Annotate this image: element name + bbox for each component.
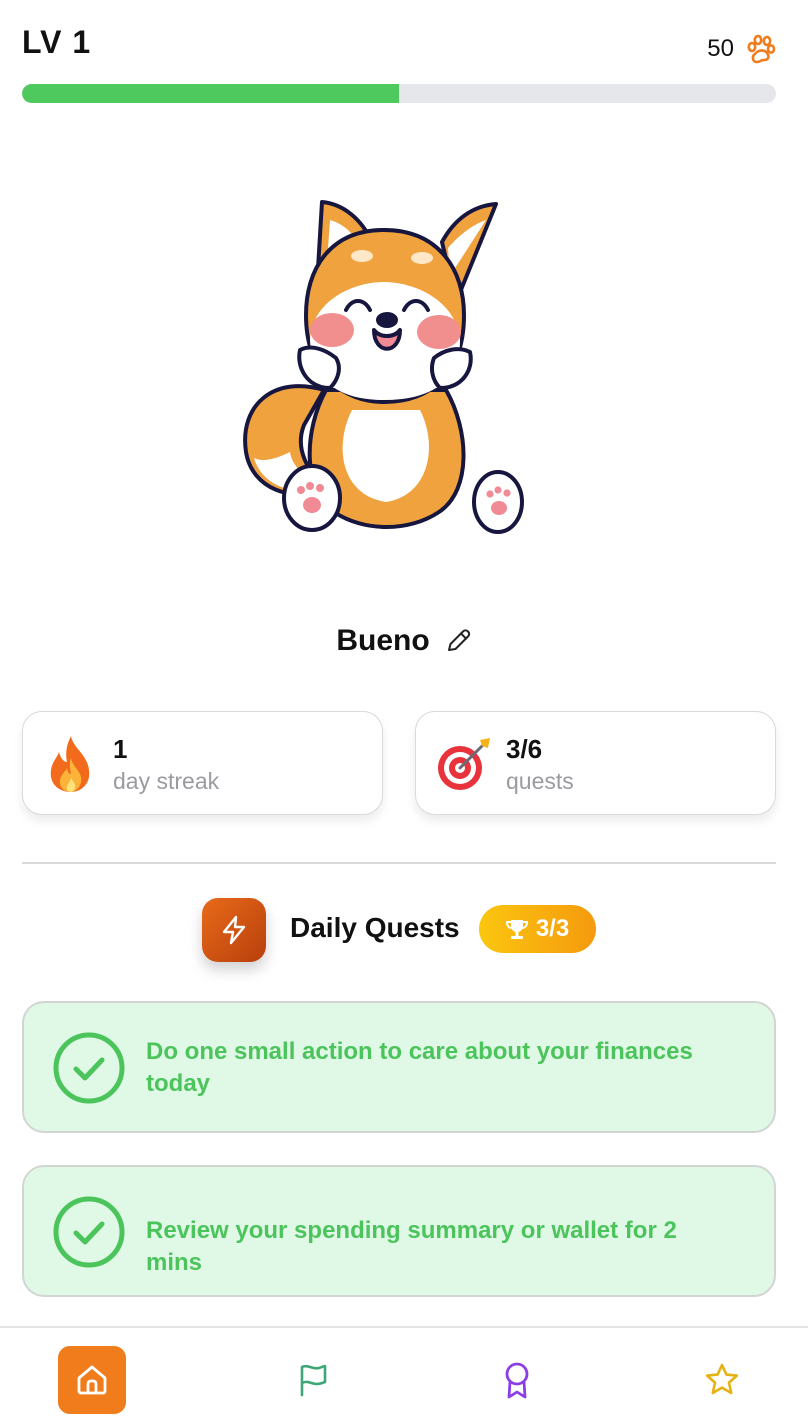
pencil-edit-icon[interactable] [444,627,472,655]
streak-card[interactable]: 1 day streak [22,711,383,815]
quest-text: Do one small action to care about your f… [146,1038,693,1097]
pet-name-row: Bueno [0,624,808,658]
lightning-bolt-icon [202,898,266,962]
paw-icon [747,34,776,64]
coin-counter[interactable]: 50 [707,32,776,66]
daily-quests-title: Daily Quests [290,912,460,943]
section-divider [22,862,776,864]
xp-progress-fill [22,84,399,103]
streak-value: 1 [113,734,128,764]
quest-item[interactable]: Review your spending summary or wallet f… [22,1165,776,1297]
flame-icon [50,736,90,792]
nav-achievements-button[interactable] [483,1346,551,1414]
quest-text: Review your spending summary or wallet f… [146,1217,677,1276]
pet-name: Bueno [336,624,430,657]
streak-label: day streak [113,768,220,794]
nav-favorites-button[interactable] [688,1346,756,1414]
level-label: LV 1 [22,24,92,60]
quest-item[interactable]: Do one small action to care about your f… [22,1001,776,1133]
quests-label: quests [506,768,574,794]
coin-count: 50 [707,35,734,62]
star-icon [705,1363,739,1395]
nav-home-button[interactable] [58,1346,126,1414]
check-circle-icon [53,1032,125,1104]
check-circle-icon [53,1196,125,1268]
nav-quests-button[interactable] [279,1346,347,1414]
shiba-mascot-illustration[interactable] [234,190,534,540]
quests-value: 3/6 [506,734,543,764]
daily-quests-badge: 3/3 [479,905,596,953]
target-dart-icon [438,738,490,790]
bottom-nav [0,1326,808,1426]
trophy-icon [505,920,528,939]
daily-quests-badge-count: 3/3 [535,915,570,942]
flag-icon [300,1364,327,1397]
award-icon [505,1362,529,1399]
home-icon [77,1365,107,1395]
top-bar: LV 1 50 [22,24,776,68]
daily-quests-header: Daily Quests 3/3 [0,896,808,962]
quests-card[interactable]: 3/6 quests [415,711,776,815]
xp-progress-bar [22,84,776,103]
